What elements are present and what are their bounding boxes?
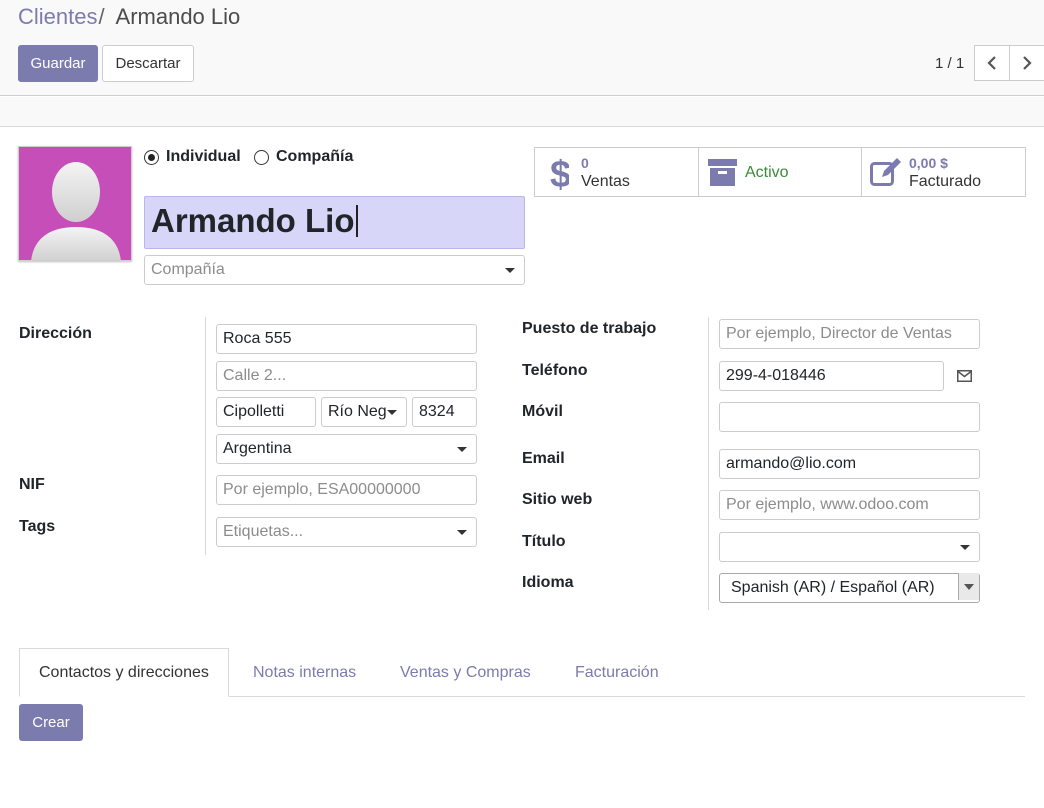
svg-text:$: $ [550, 154, 569, 192]
save-button[interactable]: Guardar [18, 45, 98, 82]
right-column-divider [708, 317, 709, 610]
company-placeholder: Compañía [151, 261, 225, 278]
state-select[interactable]: Río Neg [321, 397, 407, 427]
discard-button[interactable]: Descartar [102, 45, 194, 82]
invoiced-stat-button[interactable]: 0,00 $ Facturado [861, 147, 1026, 197]
statusbar-area [0, 97, 1044, 127]
phone-value: 299-4-018446 [726, 367, 826, 384]
city-input[interactable]: Cipolletti [216, 397, 316, 427]
street2-placeholder: Calle 2... [223, 367, 287, 384]
envelope-icon[interactable] [957, 370, 972, 382]
radio-individual-label: Individual [166, 148, 241, 165]
zip-input[interactable]: 8324 [412, 397, 477, 427]
country-select[interactable]: Argentina [216, 434, 477, 464]
company-select[interactable]: Compañía [144, 255, 525, 285]
language-dropdown-toggle[interactable] [958, 573, 979, 600]
email-label: Email [522, 450, 565, 467]
phone-input[interactable]: 299-4-018446 [719, 361, 944, 391]
vat-placeholder: Por ejemplo, ESA00000000 [223, 481, 421, 498]
text-cursor [355, 205, 358, 237]
email-value: armando@lio.com [726, 455, 857, 472]
vat-label: NIF [19, 476, 45, 493]
left-column-divider [205, 317, 206, 555]
state-value: Río Neg [328, 403, 387, 420]
breadcrumb-current: Armando Lio [115, 4, 241, 29]
dollar-icon: $ [550, 154, 569, 192]
tab-contacts[interactable]: Contactos y direcciones [19, 648, 229, 697]
website-input[interactable]: Por ejemplo, www.odoo.com [719, 490, 980, 520]
archive-icon [708, 159, 737, 186]
vat-input[interactable]: Por ejemplo, ESA00000000 [216, 475, 477, 505]
website-placeholder: Por ejemplo, www.odoo.com [726, 496, 929, 513]
zip-value: 8324 [419, 403, 455, 420]
breadcrumb-clientes-link[interactable]: Clientes [18, 4, 97, 29]
chevron-left-icon [987, 56, 996, 70]
radio-company-label: Compañía [276, 148, 354, 165]
function-label: Puesto de trabajo [522, 320, 657, 337]
language-label: Idioma [522, 574, 574, 591]
caret-down-icon [457, 447, 467, 452]
active-label: Activo [745, 164, 789, 181]
pager-value[interactable]: 1 / 1 [935, 55, 964, 72]
sales-label: Ventas [581, 173, 630, 190]
caret-down-icon [457, 530, 467, 535]
street-input[interactable]: Roca 555 [216, 324, 477, 354]
caret-down-icon [387, 410, 397, 415]
address-label: Dirección [19, 325, 92, 342]
language-select[interactable]: Spanish (AR) / Español (AR) [719, 573, 980, 603]
tags-placeholder: Etiquetas... [223, 523, 304, 540]
city-value: Cipolletti [223, 403, 285, 420]
title-label: Título [522, 533, 566, 550]
caret-down-icon [960, 545, 970, 550]
website-label: Sitio web [522, 491, 593, 508]
active-toggle-button[interactable]: Activo [698, 147, 862, 197]
edit-icon [870, 158, 901, 186]
street2-input[interactable]: Calle 2... [216, 361, 477, 391]
phone-label: Teléfono [522, 362, 588, 379]
tab-internal-notes[interactable]: Notas internas [253, 648, 356, 697]
pager-previous-button[interactable] [974, 45, 1010, 81]
function-input[interactable]: Por ejemplo, Director de Ventas [719, 319, 980, 349]
chevron-right-icon [1023, 56, 1032, 70]
tab-invoicing[interactable]: Facturación [575, 648, 659, 697]
mobile-input[interactable] [719, 402, 980, 432]
pager-next-button[interactable] [1009, 45, 1044, 81]
title-select[interactable] [719, 532, 980, 562]
tags-select[interactable]: Etiquetas... [216, 517, 477, 547]
partner-name-input[interactable]: Armando Lio [144, 196, 525, 249]
radio-company[interactable]: Compañía [254, 148, 353, 166]
function-placeholder: Por ejemplo, Director de Ventas [726, 325, 952, 342]
sales-stat-button[interactable]: $ 0 Ventas [534, 147, 699, 197]
email-input[interactable]: armando@lio.com [719, 449, 980, 479]
partner-name-value: Armando Lio [151, 202, 355, 239]
caret-down-icon [964, 583, 974, 590]
avatar[interactable] [18, 146, 132, 261]
invoiced-label: Facturado [909, 173, 982, 190]
sales-count: 0 [581, 155, 589, 171]
invoiced-amount: 0,00 $ [909, 155, 948, 171]
tab-sales-purchases[interactable]: Ventas y Compras [400, 648, 531, 697]
radio-individual[interactable]: Individual [144, 148, 241, 166]
caret-down-icon [505, 268, 515, 273]
breadcrumb: Clientes/ Armando Lio [18, 4, 240, 30]
create-button[interactable]: Crear [19, 704, 83, 741]
radio-company-circle[interactable] [254, 149, 269, 165]
tags-label: Tags [19, 518, 56, 535]
radio-individual-circle[interactable] [144, 149, 159, 165]
street-value: Roca 555 [223, 330, 292, 347]
control-panel: Clientes/ Armando Lio Guardar Descartar … [0, 0, 1044, 96]
person-placeholder-icon [31, 162, 121, 260]
country-value: Argentina [223, 440, 292, 457]
language-value: Spanish (AR) / Español (AR) [731, 579, 935, 596]
breadcrumb-separator: / [98, 4, 105, 29]
mobile-label: Móvil [522, 403, 563, 420]
